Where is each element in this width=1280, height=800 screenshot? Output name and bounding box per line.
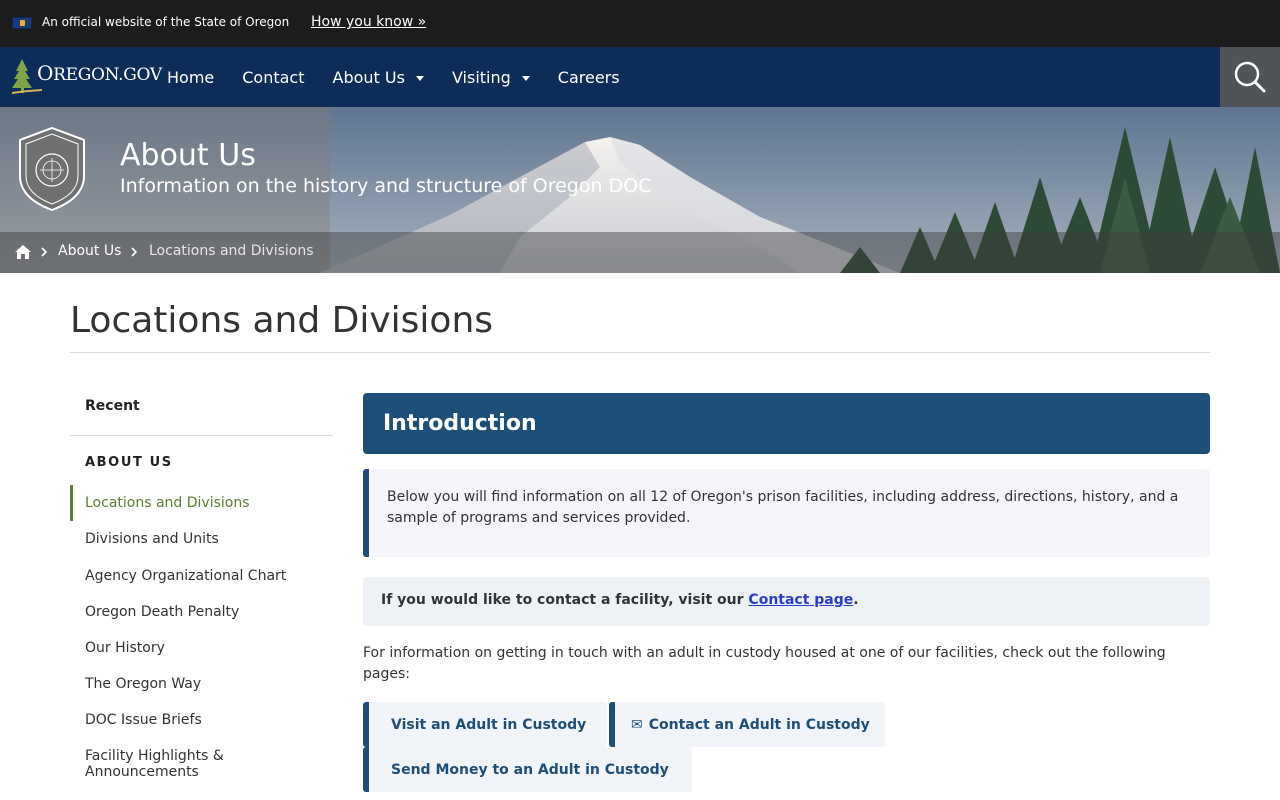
contact-adult-in-custody-button[interactable]: ✉ Contact an Adult in Custody — [609, 702, 885, 747]
sidebar-item-agency-organizational-chart[interactable]: Agency Organizational Chart — [85, 568, 325, 584]
sidebar-item-doc-issue-briefs[interactable]: DOC Issue Briefs — [85, 712, 325, 728]
nav-home-label: Home — [167, 67, 215, 87]
sidebar-divider — [70, 435, 333, 436]
sidebar-item-divisions-and-units[interactable]: Divisions and Units — [85, 531, 325, 547]
custody-info-paragraph: For information on getting in touch with… — [363, 645, 1166, 682]
title-divider — [70, 352, 1210, 353]
nav-visiting[interactable]: Visiting — [452, 68, 530, 87]
chevron-right-icon — [41, 247, 47, 257]
breadcrumb-about-us[interactable]: About Us — [58, 243, 121, 259]
oregon-gov-logo[interactable]: OREGON.GOV — [12, 57, 162, 97]
intro-callout: Below you will find information on all 1… — [363, 469, 1210, 557]
hero-banner: About Us Information on the history and … — [0, 107, 1280, 273]
how-you-know-link[interactable]: How you know » — [311, 14, 426, 30]
introduction-header: Introduction — [363, 393, 1210, 454]
chevron-right-icon — [131, 247, 137, 257]
main-navigation: OREGON.GOV Home Contact About Us Visitin… — [0, 47, 1280, 107]
nav-about-us[interactable]: About Us — [333, 68, 424, 87]
sidebar-recent-link[interactable]: Recent — [85, 398, 140, 414]
send-money-adult-in-custody-label: Send Money to an Adult in Custody — [391, 761, 669, 778]
nav-menu: Home Contact About Us Visiting Careers — [167, 47, 648, 107]
sidebar-item-oregon-death-penalty[interactable]: Oregon Death Penalty — [85, 604, 325, 620]
breadcrumb-current: Locations and Divisions — [149, 243, 314, 259]
nav-careers[interactable]: Careers — [558, 68, 620, 87]
contact-page-link[interactable]: Contact page — [748, 592, 853, 608]
send-money-adult-in-custody-button[interactable]: Send Money to an Adult in Custody — [363, 747, 692, 792]
nav-about-us-label: About Us — [332, 67, 405, 87]
oregon-doc-seal-logo — [19, 126, 85, 212]
sidebar-item-the-oregon-way[interactable]: The Oregon Way — [85, 676, 325, 692]
envelope-icon: ✉ — [631, 716, 643, 733]
chevron-down-icon — [415, 75, 424, 81]
official-banner: An official website of the State of Oreg… — [0, 0, 1280, 47]
chevron-down-icon — [521, 75, 530, 81]
hero-subtitle: Information on the history and structure… — [120, 175, 652, 197]
sidebar-item-our-history[interactable]: Our History — [85, 640, 325, 656]
logo-text: OREGON.GOV — [37, 61, 162, 85]
sidebar-active-indicator — [70, 485, 73, 521]
nav-visiting-label: Visiting — [451, 67, 511, 87]
introduction-title: Introduction — [383, 411, 537, 436]
visit-adult-in-custody-button[interactable]: Visit an Adult in Custody — [363, 702, 607, 747]
visit-adult-in-custody-label: Visit an Adult in Custody — [391, 716, 587, 733]
nav-home[interactable]: Home — [167, 68, 214, 87]
official-banner-text: An official website of the State of Oreg… — [42, 15, 290, 29]
sidebar-heading: ABOUT US — [85, 455, 173, 470]
hero-title: About Us — [120, 138, 256, 173]
search-button[interactable] — [1220, 47, 1280, 107]
search-icon — [1234, 61, 1266, 93]
contact-adult-in-custody-label: Contact an Adult in Custody — [648, 716, 870, 733]
contact-notice-text: If you would like to contact a facility,… — [381, 592, 859, 608]
breadcrumb: About Us Locations and Divisions — [0, 232, 1280, 273]
sidebar-item-facility-highlights[interactable]: Facility Highlights & Announcements — [85, 748, 255, 780]
nav-contact-label: Contact — [242, 67, 305, 87]
page-title: Locations and Divisions — [70, 300, 494, 341]
nav-careers-label: Careers — [557, 67, 620, 87]
contact-notice: If you would like to contact a facility,… — [363, 577, 1210, 626]
nav-contact[interactable]: Contact — [242, 68, 304, 87]
home-icon[interactable] — [14, 244, 32, 260]
sidebar-item-locations-and-divisions[interactable]: Locations and Divisions — [85, 495, 325, 511]
intro-callout-text: Below you will find information on all 1… — [387, 489, 1179, 526]
oregon-flag-icon — [12, 17, 32, 29]
